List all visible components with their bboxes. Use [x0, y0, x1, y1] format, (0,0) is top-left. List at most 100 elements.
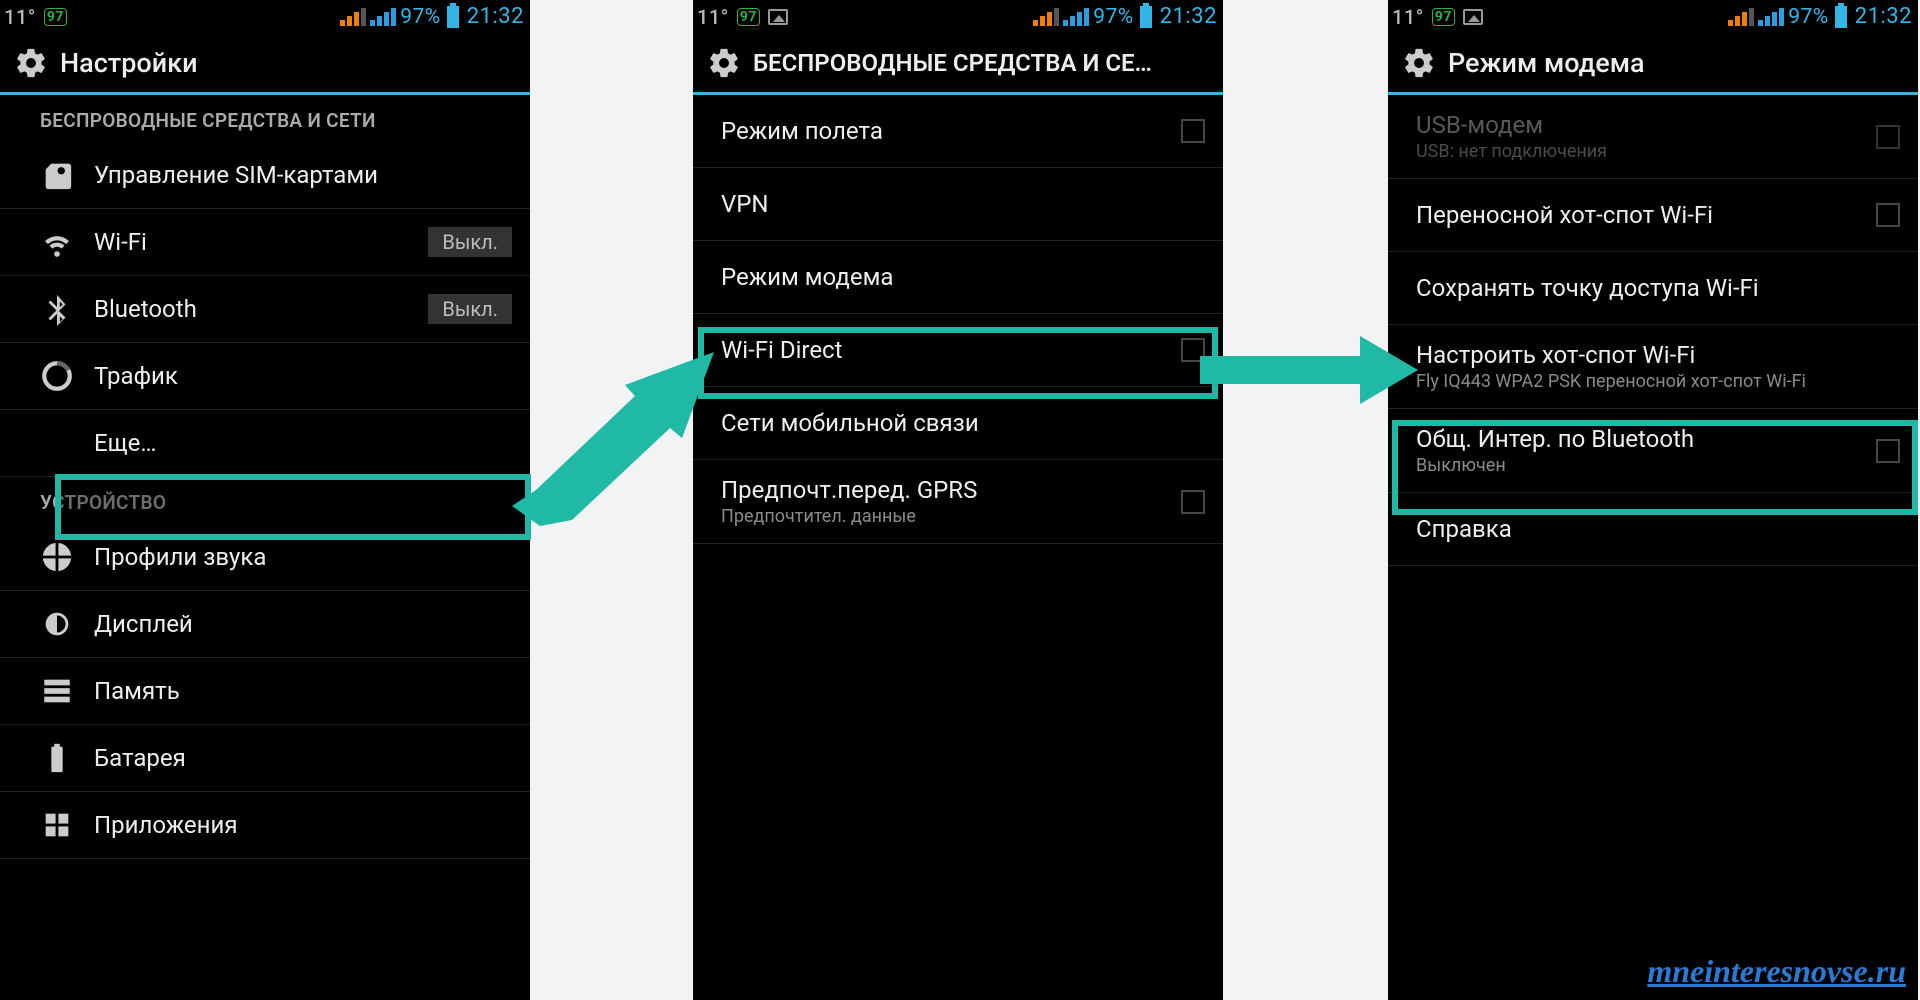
- storage-label: Память: [94, 677, 512, 705]
- phone-screen-3: 11° 97 97% 21:32 Режим модема USB-модем …: [1388, 0, 1918, 1000]
- gear-icon: [1402, 46, 1436, 80]
- vpn-label: VPN: [721, 190, 1205, 218]
- configure-hotspot-item[interactable]: Настроить хот-спот Wi-Fi Fly IQ443 WPA2 …: [1388, 325, 1918, 409]
- temp-indicator: 11°: [1392, 5, 1424, 29]
- bluetooth-toggle[interactable]: Выкл.: [428, 294, 512, 324]
- bluetooth-label: Bluetooth: [94, 295, 428, 323]
- more-item[interactable]: Еще…: [0, 410, 530, 477]
- wifi-item[interactable]: Wi-Fi Выкл.: [0, 209, 530, 276]
- action-bar[interactable]: Режим модема: [1388, 33, 1918, 95]
- data-usage-icon: [40, 359, 74, 393]
- wifi-icon: [40, 225, 74, 259]
- phone-screen-2: 11° 97 97% 21:32 БЕСПРОВОДНЫЕ СРЕДСТВА И…: [693, 0, 1223, 1000]
- bluetooth-share-label: Общ. Интер. по Bluetooth: [1416, 425, 1866, 453]
- hotspot-label: Переносной хот-спот Wi-Fi: [1416, 201, 1866, 229]
- phone-screen-1: 11° 97 97% 21:32 Настройки БЕСПРОВОДНЫЕ …: [0, 0, 530, 1000]
- keep-hotspot-label: Сохранять точку доступа Wi-Fi: [1416, 274, 1900, 302]
- tethering-item[interactable]: Режим модема: [693, 241, 1223, 314]
- page-title: Режим модема: [1448, 47, 1645, 79]
- cpu-badge-icon: 97: [737, 8, 760, 26]
- sound-label: Профили звука: [94, 543, 512, 571]
- gear-icon: [707, 46, 741, 80]
- cpu-badge-icon: 97: [1432, 8, 1455, 26]
- apps-item[interactable]: Приложения: [0, 792, 530, 859]
- help-item[interactable]: Справка: [1388, 493, 1918, 566]
- battery-percent: 97%: [400, 5, 441, 29]
- usb-modem-item: USB-модем USB: нет подключения: [1388, 95, 1918, 179]
- sound-profiles-item[interactable]: Профили звука: [0, 524, 530, 591]
- gprs-sublabel: Предпочтител. данные: [721, 506, 1171, 527]
- battery-percent: 97%: [1093, 5, 1134, 29]
- mobile-networks-label: Сети мобильной связи: [721, 409, 1205, 437]
- gprs-item[interactable]: Предпочт.перед. GPRS Предпочтител. данны…: [693, 460, 1223, 544]
- gprs-label: Предпочт.перед. GPRS: [721, 476, 1171, 504]
- battery-icon: [1140, 6, 1152, 28]
- battery-icon: [447, 6, 459, 28]
- signal-sim1-icon: [1033, 8, 1059, 26]
- configure-hotspot-sublabel: Fly IQ443 WPA2 PSK переносной хот-спот W…: [1416, 371, 1900, 392]
- wifi-toggle[interactable]: Выкл.: [428, 227, 512, 257]
- airplane-mode-item[interactable]: Режим полета: [693, 95, 1223, 168]
- battery-setting-icon: [40, 741, 74, 775]
- status-bar: 11° 97 97% 21:32: [693, 0, 1223, 33]
- usb-modem-label: USB-модем: [1416, 111, 1866, 139]
- battery-icon: [1835, 6, 1847, 28]
- signal-sim2-icon: [1063, 8, 1089, 26]
- display-label: Дисплей: [94, 610, 512, 638]
- clock: 21:32: [1160, 4, 1217, 29]
- gear-icon: [14, 46, 48, 80]
- configure-hotspot-label: Настроить хот-спот Wi-Fi: [1416, 341, 1900, 369]
- action-bar[interactable]: БЕСПРОВОДНЫЕ СРЕДСТВА И СЕ…: [693, 33, 1223, 95]
- airplane-checkbox[interactable]: [1181, 119, 1205, 143]
- clock: 21:32: [1855, 4, 1912, 29]
- spacer-icon: [40, 426, 74, 460]
- status-bar: 11° 97 97% 21:32: [1388, 0, 1918, 33]
- traffic-item[interactable]: Трафик: [0, 343, 530, 410]
- gallery-icon: [768, 9, 788, 25]
- display-item[interactable]: Дисплей: [0, 591, 530, 658]
- bluetooth-share-sublabel: Выключен: [1416, 455, 1866, 476]
- temp-indicator: 11°: [697, 5, 729, 29]
- section-device-header: УСТРОЙСТВО: [0, 477, 530, 524]
- status-bar: 11° 97 97% 21:32: [0, 0, 530, 33]
- vpn-item[interactable]: VPN: [693, 168, 1223, 241]
- apps-label: Приложения: [94, 811, 512, 839]
- bluetooth-item[interactable]: Bluetooth Выкл.: [0, 276, 530, 343]
- keep-hotspot-item[interactable]: Сохранять точку доступа Wi-Fi: [1388, 252, 1918, 325]
- sim-icon: [40, 158, 74, 192]
- clock: 21:32: [467, 4, 524, 29]
- watermark: mneinteresnovse.ru: [1647, 953, 1906, 990]
- signal-sim1-icon: [340, 8, 366, 26]
- storage-item[interactable]: Память: [0, 658, 530, 725]
- display-icon: [40, 607, 74, 641]
- sound-icon: [40, 540, 74, 574]
- arrow-1-icon: [500, 330, 730, 530]
- mobile-networks-item[interactable]: Сети мобильной связи: [693, 387, 1223, 460]
- usb-checkbox: [1876, 125, 1900, 149]
- hotspot-checkbox[interactable]: [1876, 203, 1900, 227]
- bluetooth-share-checkbox[interactable]: [1876, 439, 1900, 463]
- gallery-icon: [1463, 9, 1483, 25]
- battery-item[interactable]: Батарея: [0, 725, 530, 792]
- tethering-label: Режим модема: [721, 263, 1205, 291]
- wifi-direct-item[interactable]: Wi-Fi Direct: [693, 314, 1223, 387]
- temp-indicator: 11°: [4, 5, 36, 29]
- airplane-label: Режим полета: [721, 117, 1171, 145]
- page-title: Настройки: [60, 47, 198, 79]
- portable-hotspot-item[interactable]: Переносной хот-спот Wi-Fi: [1388, 179, 1918, 252]
- help-label: Справка: [1416, 515, 1900, 543]
- sim-label: Управление SIM-картами: [94, 161, 512, 189]
- section-wireless-header: БЕСПРОВОДНЫЕ СРЕДСТВА И СЕТИ: [0, 95, 530, 142]
- battery-label: Батарея: [94, 744, 512, 772]
- battery-percent: 97%: [1788, 5, 1829, 29]
- bluetooth-share-item[interactable]: Общ. Интер. по Bluetooth Выключен: [1388, 409, 1918, 493]
- sim-management-item[interactable]: Управление SIM-картами: [0, 142, 530, 209]
- gprs-checkbox[interactable]: [1181, 490, 1205, 514]
- usb-modem-sublabel: USB: нет подключения: [1416, 141, 1866, 162]
- bluetooth-icon: [40, 292, 74, 326]
- signal-sim1-icon: [1728, 8, 1754, 26]
- wifi-direct-label: Wi-Fi Direct: [721, 336, 1171, 364]
- signal-sim2-icon: [1758, 8, 1784, 26]
- arrow-2-icon: [1200, 330, 1420, 410]
- storage-icon: [40, 674, 74, 708]
